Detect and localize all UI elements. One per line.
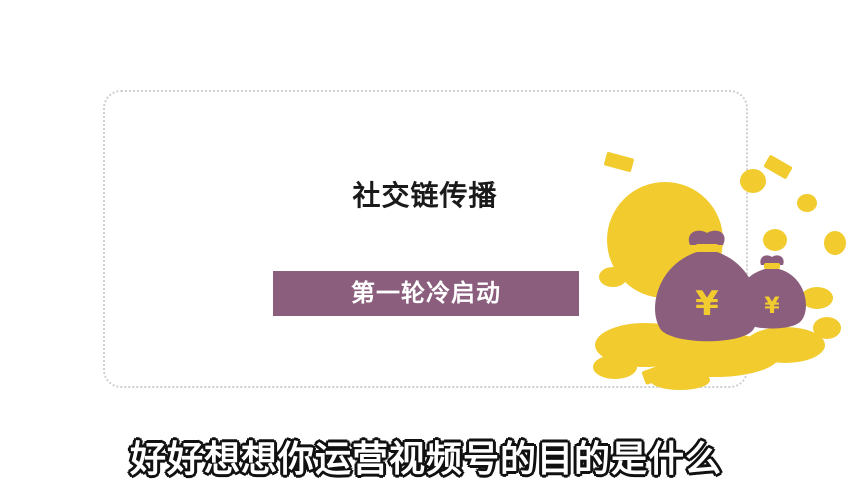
svg-text:¥: ¥ (695, 284, 719, 324)
svg-text:¥: ¥ (764, 294, 780, 319)
slide-canvas: 社交链传播 第一轮冷启动 ¥ ¥ 好好想想你运营视频号的目的是什么 (0, 0, 852, 480)
section-banner: 第一轮冷启动 (273, 271, 579, 316)
video-caption: 好好想想你运营视频号的目的是什么 (129, 439, 722, 480)
money-bags-icon: ¥ ¥ (593, 152, 846, 390)
slide-title: 社交链传播 (352, 179, 498, 212)
